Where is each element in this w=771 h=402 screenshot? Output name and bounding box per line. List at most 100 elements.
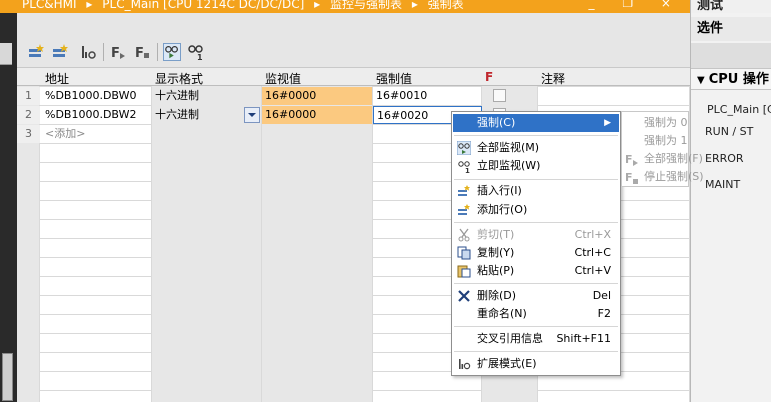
svg-text:F: F xyxy=(111,46,120,61)
pane-spacer xyxy=(691,43,771,68)
menu-item-label: 强制(C) xyxy=(477,116,516,129)
submenu-item-label: 强制为 0 xyxy=(644,116,688,129)
svg-text:F: F xyxy=(625,153,633,166)
force-all-icon[interactable]: F xyxy=(109,43,127,61)
chevron-down-icon xyxy=(248,113,256,117)
menu-item-copy[interactable]: 复制(Y) Ctrl+C xyxy=(453,244,619,262)
error-label: ERROR xyxy=(705,152,744,165)
submenu-item-stop-force[interactable]: F 停止强制(S) xyxy=(622,168,704,186)
collapse-icon: ▼ xyxy=(697,75,705,86)
menu-item-shortcut: Ctrl+C xyxy=(574,246,611,259)
toolbar-separator xyxy=(157,43,158,61)
window-buttons[interactable]: _ ❐ × xyxy=(589,0,683,10)
toolbar: F F 1 xyxy=(17,13,690,68)
monitor-all-icon xyxy=(457,141,471,155)
vertical-scrollbar[interactable] xyxy=(2,353,13,401)
run-stop-label: RUN / ST xyxy=(705,125,754,138)
insert-row-icon[interactable] xyxy=(27,43,45,61)
breadcrumb-separator: ▸ xyxy=(86,0,93,11)
paste-icon xyxy=(457,265,471,278)
right-task-pane: 选件 ▼ CPU 操作 PLC_Main [C RUN / ST ERROR MA… xyxy=(690,13,771,402)
menu-separator xyxy=(454,135,618,136)
menu-item-label: 插入行(I) xyxy=(477,184,522,197)
menu-item-shortcut: F2 xyxy=(597,307,611,320)
header-monitor[interactable]: 监视值 xyxy=(265,70,301,87)
header-f[interactable]: F xyxy=(485,70,493,84)
add-row-icon[interactable] xyxy=(51,43,69,61)
monitor-value-cell: 16#0000 xyxy=(262,87,372,105)
menu-item-add-row[interactable]: 添加行(O) xyxy=(453,201,619,219)
force-checkbox[interactable] xyxy=(493,89,506,102)
menu-item-shortcut: Del xyxy=(592,289,611,302)
menu-separator xyxy=(454,351,618,352)
table-header: 地址 显示格式 监视值 强制值 F 注释 xyxy=(17,68,690,86)
title-bar: PLC&HMI ▸ PLC_Main [CPU 1214C DC/DC/DC] … xyxy=(0,0,771,13)
svg-text:1: 1 xyxy=(465,167,470,173)
breadcrumb: PLC&HMI ▸ PLC_Main [CPU 1214C DC/DC/DC] … xyxy=(22,0,470,12)
add-row-cell[interactable]: <添加> xyxy=(45,125,85,143)
insert-row-icon xyxy=(458,185,470,196)
header-address[interactable]: 地址 xyxy=(45,70,69,87)
menu-item-label: 删除(D) xyxy=(477,289,517,302)
menu-item-rename[interactable]: 重命名(N) F2 xyxy=(453,305,619,323)
submenu-item-force-0[interactable]: 强制为 0 xyxy=(622,114,690,132)
menu-item-label: 复制(Y) xyxy=(477,246,515,259)
menu-item-insert-row[interactable]: 插入行(I) xyxy=(453,182,619,200)
submenu-item-force-all[interactable]: F 全部强制(F) xyxy=(622,150,703,168)
menu-item-paste[interactable]: 粘贴(P) Ctrl+V xyxy=(453,262,619,280)
breadcrumb-force-table[interactable]: 强制表 xyxy=(428,0,464,11)
left-sidebar xyxy=(0,13,17,402)
row-number[interactable]: 2 xyxy=(17,106,40,124)
header-format[interactable]: 显示格式 xyxy=(155,70,203,87)
menu-item-label: 交叉引用信息 xyxy=(477,332,543,345)
menu-item-shortcut: Ctrl+X xyxy=(574,228,611,241)
monitor-now-icon: 1 xyxy=(458,161,470,173)
breadcrumb-device[interactable]: PLC_Main [CPU 1214C DC/DC/DC] xyxy=(102,0,304,11)
menu-item-cross-reference[interactable]: 交叉引用信息 Shift+F11 xyxy=(453,330,619,348)
format-cell[interactable]: 十六进制 xyxy=(155,106,199,124)
force-all-icon: F xyxy=(625,153,638,166)
menu-item-monitor-all[interactable]: 全部监视(M) xyxy=(453,139,619,157)
cpu-operations-header[interactable]: ▼ CPU 操作 xyxy=(691,68,771,90)
address-cell[interactable]: %DB1000.DBW2 xyxy=(45,106,136,124)
menu-item-shortcut: Ctrl+V xyxy=(574,264,611,277)
header-force[interactable]: 强制值 xyxy=(376,70,412,87)
header-comment[interactable]: 注释 xyxy=(541,70,565,87)
plc-name: PLC_Main [C xyxy=(707,103,771,116)
breadcrumb-folder[interactable]: 监控与强制表 xyxy=(330,0,402,11)
menu-item-label: 全部监视(M) xyxy=(477,141,540,154)
menu-separator xyxy=(454,283,618,284)
extended-mode-icon xyxy=(459,359,471,370)
options-header[interactable]: 选件 xyxy=(691,17,771,41)
extended-mode-icon[interactable] xyxy=(79,43,97,61)
format-cell[interactable]: 十六进制 xyxy=(155,87,199,105)
row-number[interactable]: 3 xyxy=(17,125,40,143)
maint-label: MAINT xyxy=(705,178,741,191)
toolbar-separator xyxy=(103,43,104,61)
submenu-item-force-1[interactable]: 强制为 1 xyxy=(622,132,690,150)
svg-text:F: F xyxy=(625,171,633,184)
menu-item-label: 粘贴(P) xyxy=(477,264,515,277)
breadcrumb-separator: ▸ xyxy=(411,0,418,11)
add-row-icon xyxy=(458,204,470,215)
svg-text:F: F xyxy=(135,46,144,61)
sidebar-tab[interactable] xyxy=(0,43,12,65)
format-dropdown-button[interactable] xyxy=(244,107,260,123)
menu-item-label: 添加行(O) xyxy=(477,203,528,216)
address-cell[interactable]: %DB1000.DBW0 xyxy=(45,87,136,105)
cpu-operations-label: CPU 操作 xyxy=(708,72,769,87)
stop-force-icon[interactable]: F xyxy=(133,43,151,61)
monitor-all-icon[interactable] xyxy=(163,43,181,61)
menu-item-cut[interactable]: 剪切(T) Ctrl+X xyxy=(453,226,619,244)
breadcrumb-project[interactable]: PLC&HMI xyxy=(22,0,77,11)
menu-item-monitor-now[interactable]: 1 立即监视(W) xyxy=(453,157,619,175)
force-value-cell[interactable]: 16#0010 xyxy=(376,87,427,105)
row-number[interactable]: 1 xyxy=(17,87,40,105)
menu-separator xyxy=(454,179,618,180)
monitor-now-icon[interactable]: 1 xyxy=(187,43,205,61)
menu-item-force[interactable]: 强制(C) ▶ xyxy=(453,114,619,132)
stop-force-icon: F xyxy=(625,171,638,184)
menu-item-extended-mode[interactable]: 扩展模式(E) xyxy=(453,355,619,373)
menu-item-delete[interactable]: 删除(D) Del xyxy=(453,287,619,305)
menu-item-label: 立即监视(W) xyxy=(477,159,541,172)
